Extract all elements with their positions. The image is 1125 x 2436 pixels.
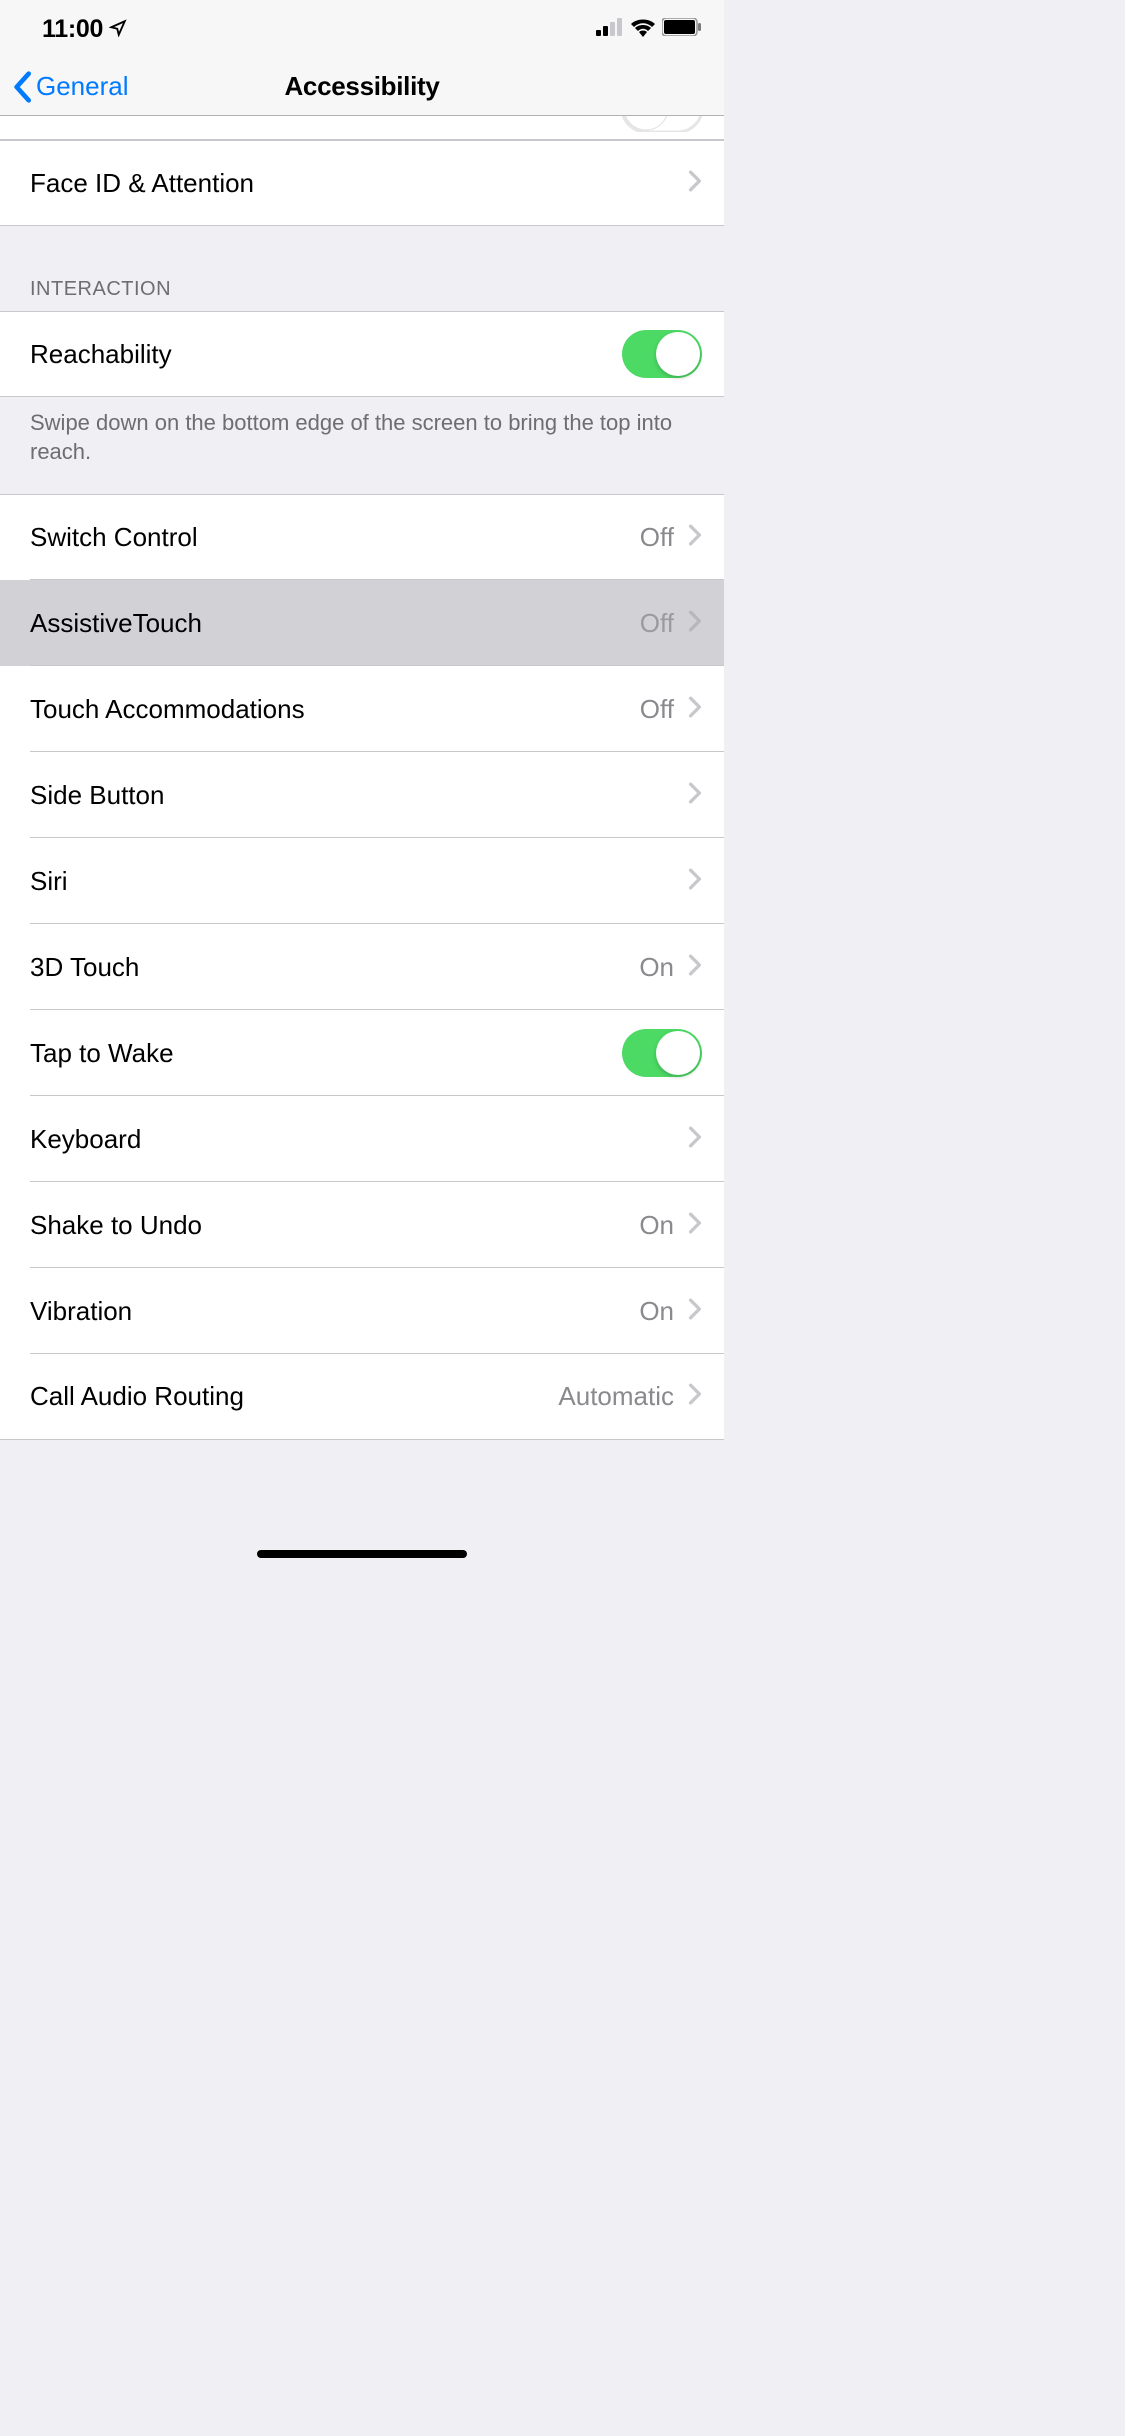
navigation-bar: General Accessibility <box>0 58 724 116</box>
cell-label: Keyboard <box>30 1124 688 1155</box>
cell-detail: On <box>639 952 674 983</box>
switch-control-cell[interactable]: Switch Control Off <box>0 494 724 580</box>
face-id-attention-cell[interactable]: Face ID & Attention <box>0 140 724 226</box>
cell-label: 3D Touch <box>30 952 639 983</box>
chevron-left-icon <box>12 71 32 103</box>
location-icon <box>109 15 127 44</box>
cell-detail: On <box>639 1296 674 1327</box>
cell-detail: On <box>639 1210 674 1241</box>
chevron-right-icon <box>688 868 702 895</box>
toggle-off-partial-icon <box>622 116 702 132</box>
tap-to-wake-toggle[interactable] <box>622 1029 702 1077</box>
cell-label: Switch Control <box>30 522 640 553</box>
status-time: 11:00 <box>42 15 103 44</box>
touch-accommodations-cell[interactable]: Touch Accommodations Off <box>0 666 724 752</box>
cell-detail: Off <box>640 608 674 639</box>
cellular-signal-icon <box>596 18 624 41</box>
interaction-section-header: INTERACTION <box>0 226 724 311</box>
three-d-touch-cell[interactable]: 3D Touch On <box>0 924 724 1010</box>
cell-label: Face ID & Attention <box>30 168 688 199</box>
assistivetouch-cell[interactable]: AssistiveTouch Off <box>0 580 724 666</box>
reachability-cell[interactable]: Reachability <box>0 311 724 397</box>
toggle-knob <box>656 332 700 376</box>
keyboard-cell[interactable]: Keyboard <box>0 1096 724 1182</box>
cell-label: Touch Accommodations <box>30 694 640 725</box>
chevron-right-icon <box>688 696 702 723</box>
cell-label: Tap to Wake <box>30 1038 622 1069</box>
status-bar-left: 11:00 <box>42 15 127 44</box>
chevron-right-icon <box>688 610 702 637</box>
battery-icon <box>662 18 702 41</box>
siri-cell[interactable]: Siri <box>0 838 724 924</box>
tap-to-wake-cell[interactable]: Tap to Wake <box>0 1010 724 1096</box>
cell-label: Reachability <box>30 339 622 370</box>
cell-label: Vibration <box>30 1296 639 1327</box>
reachability-footer: Swipe down on the bottom edge of the scr… <box>0 397 724 494</box>
call-audio-routing-cell[interactable]: Call Audio Routing Automatic <box>0 1354 724 1440</box>
back-button[interactable]: General <box>0 71 129 103</box>
cell-detail: Automatic <box>558 1381 674 1412</box>
reachability-toggle[interactable] <box>622 330 702 378</box>
cell-detail: Off <box>640 522 674 553</box>
chevron-right-icon <box>688 1212 702 1239</box>
chevron-right-icon <box>688 170 702 197</box>
cell-detail: Off <box>640 694 674 725</box>
toggle-knob <box>656 1031 700 1075</box>
cell-label: Siri <box>30 866 688 897</box>
vibration-cell[interactable]: Vibration On <box>0 1268 724 1354</box>
cell-label: Side Button <box>30 780 688 811</box>
side-button-cell[interactable]: Side Button <box>0 752 724 838</box>
settings-content: Face ID & Attention INTERACTION Reachabi… <box>0 116 724 1478</box>
chevron-right-icon <box>688 1298 702 1325</box>
chevron-right-icon <box>688 782 702 809</box>
cell-label: AssistiveTouch <box>30 608 640 639</box>
page-title: Accessibility <box>284 71 439 102</box>
wifi-icon <box>630 17 656 42</box>
chevron-right-icon <box>688 1383 702 1410</box>
home-indicator[interactable] <box>257 1550 467 1558</box>
status-bar: 11:00 <box>0 0 724 58</box>
chevron-right-icon <box>688 524 702 551</box>
shake-to-undo-cell[interactable]: Shake to Undo On <box>0 1182 724 1268</box>
status-bar-right <box>596 17 702 42</box>
cell-label: Shake to Undo <box>30 1210 639 1241</box>
back-button-label: General <box>36 71 129 102</box>
cell-label: Call Audio Routing <box>30 1381 558 1412</box>
chevron-right-icon <box>688 1126 702 1153</box>
chevron-right-icon <box>688 954 702 981</box>
partial-row-above <box>0 116 724 140</box>
